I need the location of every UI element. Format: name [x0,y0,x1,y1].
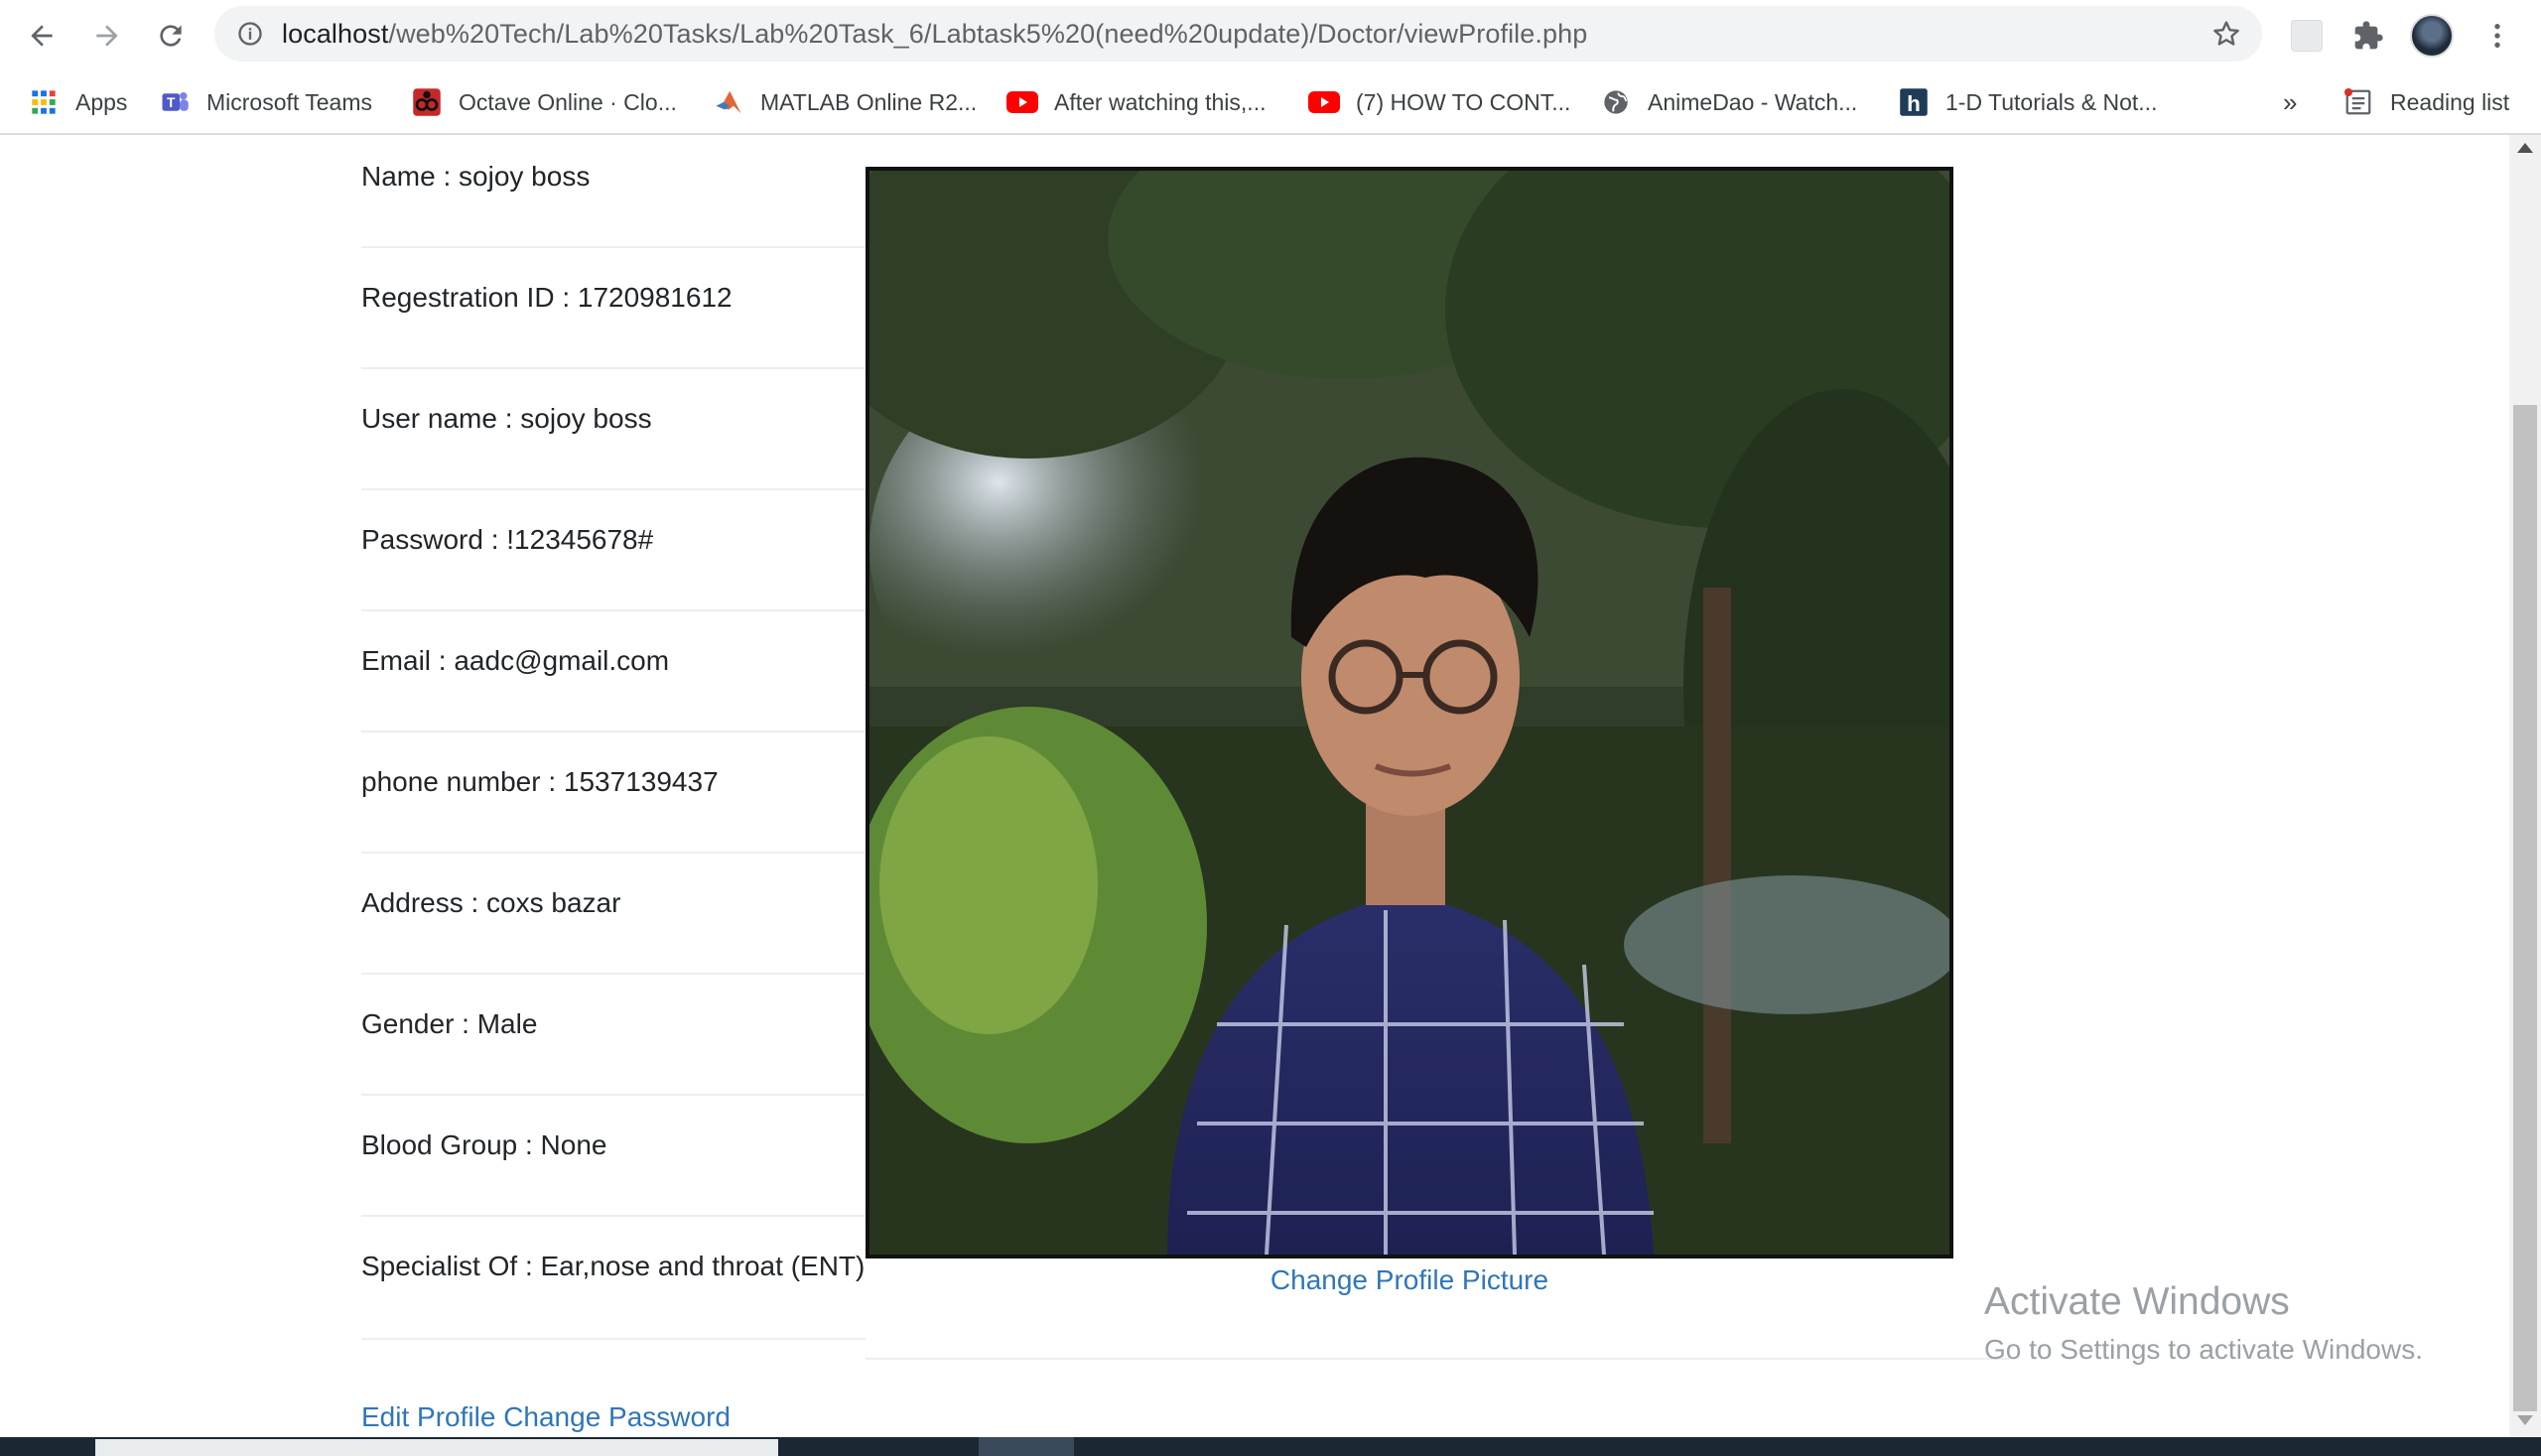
change-profile-picture-link[interactable]: Change Profile Picture [866,1257,1953,1296]
reload-button[interactable] [147,12,195,60]
extension-blank-icon[interactable] [2285,14,2329,58]
edit-profile-link[interactable]: Edit Profile [361,1401,495,1432]
extensions-puzzle-icon[interactable] [2346,14,2390,58]
profile-picture [866,167,1953,1258]
teams-icon: T [159,86,191,118]
overflow-chevron-label: » [2283,86,2298,117]
bookmark-label: Octave Online · Clo... [459,88,677,115]
reading-list-icon [2342,86,2374,118]
back-arrow-icon [31,25,53,47]
bookmark-octave-online[interactable]: Octave Online · Clo... [411,83,677,121]
windows-taskbar [0,1437,2541,1456]
profile-field-address: Address : coxs bazar [361,854,866,975]
globe-icon [1600,86,1632,118]
bookmarks-overflow-button[interactable]: » [2283,83,2297,121]
scrollbar-thumb[interactable] [2513,405,2537,1411]
field-text: Gender : Male [361,1008,538,1039]
profile-field-email: Email : aadc@gmail.com [361,611,866,732]
bookmark-label: Apps [75,88,128,115]
info-icon[interactable] [236,20,264,48]
octave-icon [411,86,443,118]
profile-actions: Edit Profile Change Password [361,1401,731,1433]
url-text[interactable]: localhost/web%20Tech/Lab%20Tasks/Lab%20T… [282,20,1587,48]
field-text: Password : !12345678# [361,524,654,555]
field-text: phone number : 1537139437 [361,766,719,797]
field-text: Regestration ID : 1720981612 [361,282,733,313]
profile-field-blood-group: Blood Group : None [361,1096,866,1217]
bookmark-youtube-2[interactable]: (7) HOW TO CONT... [1308,83,1570,121]
bookmark-apps[interactable]: Apps [28,83,127,121]
bookmark-animedao[interactable]: AnimeDao - Watch... [1600,83,1857,121]
activate-windows-title: Activate Windows [1984,1280,2290,1323]
youtube-icon [1308,86,1340,118]
url-path: /web%20Tech/Lab%20Tasks/Lab%20Task_6/Lab… [388,19,1588,49]
url-host: localhost [282,19,389,49]
profile-field-username: User name : sojoy boss [361,369,866,490]
bookmark-microsoft-teams[interactable]: T Microsoft Teams [159,83,372,121]
profile-field-password: Password : !12345678# [361,490,866,611]
vertical-scrollbar[interactable] [2509,135,2541,1437]
bookmarks-bar: Apps T Microsoft Teams Octave Online · C… [0,71,2541,135]
field-text: Address : coxs bazar [361,887,621,918]
h-icon: h [1898,86,1930,118]
menu-kebab-icon[interactable] [2475,14,2519,58]
svg-text:h: h [1907,91,1921,116]
change-picture-label: Change Profile Picture [1270,1264,1549,1295]
change-password-link[interactable]: Change Password [503,1401,731,1432]
field-text: User name : sojoy boss [361,403,652,434]
bookmark-youtube-1[interactable]: After watching this,... [1006,83,1266,121]
field-text: Name : sojoy boss [361,161,591,192]
reading-list-button[interactable]: Reading list [2342,83,2509,121]
apps-grid-icon [28,86,60,118]
bookmark-star-icon[interactable] [2210,18,2242,50]
matlab-icon [713,86,744,118]
bookmark-matlab-online[interactable]: MATLAB Online R2... [713,83,977,121]
profile-photo-illustration [869,171,1949,1255]
bookmark-label: MATLAB Online R2... [760,88,978,115]
address-bar[interactable]: localhost/web%20Tech/Lab%20Tasks/Lab%20T… [214,6,2262,62]
bookmark-label: 1-D Tutorials & Not... [1945,88,2158,115]
reading-list-label: Reading list [2390,88,2510,115]
reload-icon [160,25,182,47]
taskbar-search-box[interactable] [95,1439,778,1456]
profile-field-phone: phone number : 1537139437 [361,732,866,854]
bookmark-label: After watching this,... [1054,88,1267,115]
profile-field-registration-id: Regestration ID : 1720981612 [361,248,866,369]
svg-text:T: T [167,95,176,110]
scroll-down-arrow-icon[interactable] [2517,1415,2533,1425]
scroll-up-arrow-icon[interactable] [2517,143,2533,153]
forward-arrow-icon [96,25,118,47]
taskbar-active-app[interactable] [979,1437,1074,1456]
field-text: Blood Group : None [361,1129,607,1160]
browser-toolbar: localhost/web%20Tech/Lab%20Tasks/Lab%20T… [0,0,2541,71]
bookmark-1d-tutorials[interactable]: h 1-D Tutorials & Not... [1898,83,2157,121]
profile-field-specialist: Specialist Of : Ear,nose and throat (ENT… [361,1217,866,1340]
profile-field-name: Name : sojoy boss [361,127,866,248]
bookmark-label: Microsoft Teams [206,88,373,115]
bookmark-label: AnimeDao - Watch... [1648,88,1858,115]
activate-windows-subtitle: Go to Settings to activate Windows. [1984,1334,2423,1365]
forward-button[interactable] [83,12,131,60]
bookmark-label: (7) HOW TO CONT... [1356,88,1571,115]
profile-field-gender: Gender : Male [361,975,866,1096]
back-button[interactable] [18,12,66,60]
profile-avatar[interactable] [2410,14,2454,58]
field-text: Specialist Of : Ear,nose and throat (ENT… [361,1251,866,1281]
field-text: Email : aadc@gmail.com [361,645,670,676]
youtube-icon [1006,86,1038,118]
divider [866,1358,2009,1360]
